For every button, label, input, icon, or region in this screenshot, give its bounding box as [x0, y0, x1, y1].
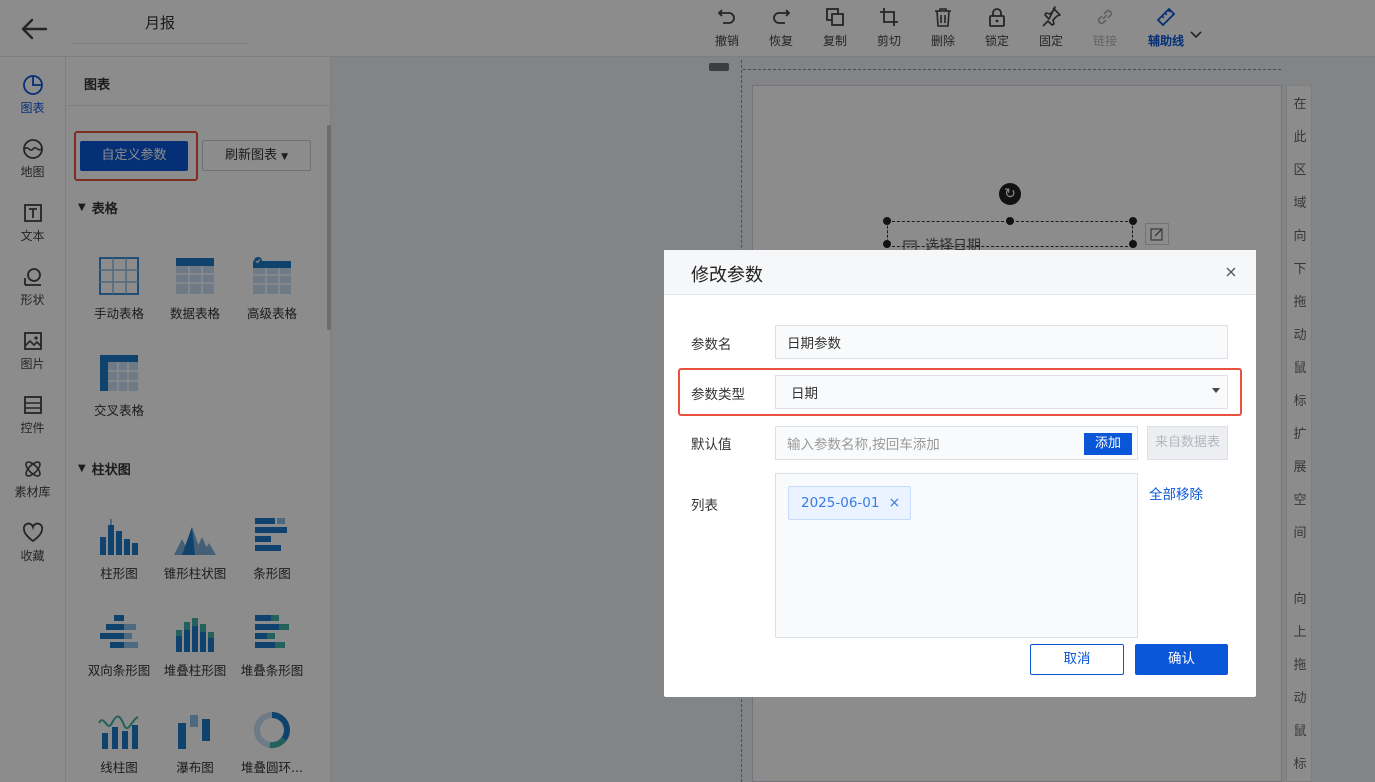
caret-down-icon [1212, 388, 1220, 393]
param-type-select[interactable]: 日期 [775, 375, 1228, 409]
list-tag[interactable]: 2025-06-01 × [788, 486, 912, 520]
default-value-label: 默认值 [691, 437, 732, 453]
add-button[interactable]: 添加 [1084, 433, 1132, 455]
param-name-input[interactable]: 日期参数 [775, 325, 1228, 359]
param-type-label: 参数类型 [691, 387, 745, 403]
from-table-button[interactable]: 来自数据表 [1147, 426, 1228, 460]
list-label: 列表 [691, 498, 718, 514]
dialog-title: 修改参数 [691, 265, 763, 286]
remove-all-link[interactable]: 全部移除 [1149, 483, 1203, 503]
confirm-button[interactable]: 确认 [1135, 644, 1228, 675]
cancel-button[interactable]: 取消 [1030, 644, 1124, 675]
dialog-header: 修改参数 [664, 250, 1256, 295]
edit-param-dialog: 修改参数 参数名 日期参数 参数类型 日期 默认值 输入参数名称,按回车添加 添… [664, 250, 1256, 697]
tag-remove-icon[interactable]: × [888, 495, 900, 511]
value-list-box[interactable]: 2025-06-01 × [775, 473, 1138, 638]
close-icon[interactable] [1221, 262, 1241, 282]
param-name-label: 参数名 [691, 337, 732, 353]
